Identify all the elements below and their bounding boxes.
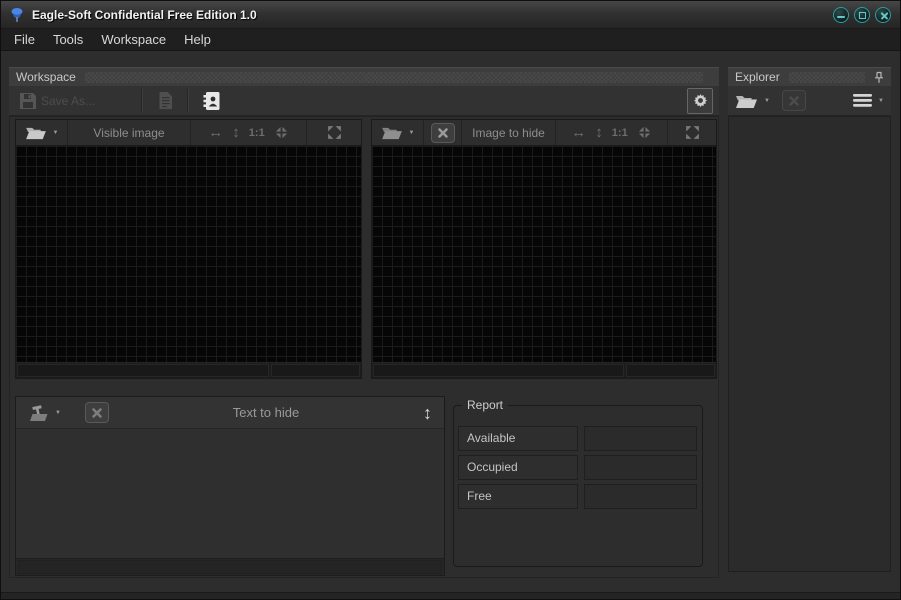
report-value-occupied (584, 455, 697, 480)
toolbar-spacer (233, 86, 687, 115)
status-cell (17, 364, 269, 377)
fit-width-icon[interactable]: ↔ (208, 125, 223, 140)
text-scrollbar-track (16, 558, 444, 575)
text-to-hide-title: Text to hide (109, 405, 423, 420)
status-cell (373, 364, 624, 377)
close-x-icon (91, 407, 103, 419)
menu-tools[interactable]: Tools (44, 30, 92, 49)
image-to-hide-statusbar (372, 362, 716, 378)
visible-image-statusbar (16, 362, 361, 378)
chevron-down-icon: ▼ (55, 410, 61, 416)
window-bottom-edge (1, 592, 900, 599)
fit-height-icon[interactable]: ↕ (595, 125, 603, 140)
open-folder-icon (735, 93, 758, 109)
text-to-hide-area[interactable] (16, 429, 444, 558)
chevron-down-icon: ▼ (878, 98, 884, 104)
import-text-button[interactable]: ▼ (28, 397, 61, 428)
fit-window-icon[interactable] (637, 125, 652, 140)
hatch-pattern (85, 72, 703, 83)
menu-workspace[interactable]: Workspace (92, 30, 175, 49)
explorer-tree[interactable] (728, 116, 891, 572)
open-hide-image-button[interactable]: ▼ (381, 120, 415, 145)
open-folder-icon (25, 125, 47, 140)
report-label-occupied: Occupied (458, 455, 578, 480)
report-title: Report (462, 398, 508, 412)
workspace-toolbar: Save As... (9, 86, 719, 116)
image-to-hide-header: ▼ Image to hide ↔ ↕ 1:1 (372, 120, 716, 146)
image-to-hide-title: Image to hide (472, 126, 545, 140)
workspace-panel-title: Workspace (16, 70, 76, 84)
visible-image-header: ▼ Visible image ↔ ↕ 1:1 (16, 120, 361, 146)
save-as-button[interactable]: Save As... (9, 86, 141, 115)
report-value-free (584, 484, 697, 509)
visible-image-title: Visible image (93, 126, 164, 140)
remove-hide-image-button[interactable] (431, 123, 455, 143)
pin-icon[interactable] (874, 71, 884, 84)
fit-window-icon[interactable] (274, 125, 289, 140)
image-to-hide-panel: ▼ Image to hide ↔ ↕ 1:1 (371, 119, 717, 379)
fullscreen-icon[interactable] (326, 124, 343, 141)
app-logo-icon (9, 7, 25, 23)
status-cell (626, 364, 715, 377)
report-label-available: Available (458, 426, 578, 451)
chevron-down-icon: ▼ (409, 130, 415, 136)
chevron-down-icon: ▼ (764, 98, 770, 104)
report-row: Free (458, 484, 697, 509)
fit-width-icon[interactable]: ↔ (571, 125, 586, 140)
window-controls (833, 7, 891, 23)
report-row: Occupied (458, 455, 697, 480)
report-label-free: Free (458, 484, 578, 509)
report-document-button[interactable] (143, 86, 187, 115)
close-x-icon (788, 95, 800, 107)
toolbar-spacer (806, 86, 853, 115)
clear-text-button[interactable] (85, 402, 109, 423)
maximize-button[interactable] (854, 7, 870, 23)
workspace-panel-header: Workspace (9, 67, 719, 86)
visible-image-panel: ▼ Visible image ↔ ↕ 1:1 (15, 119, 362, 379)
gear-icon (693, 93, 708, 108)
vertical-resize-icon[interactable]: ↕ (423, 404, 432, 422)
document-icon (158, 91, 173, 110)
close-item-button[interactable] (782, 90, 806, 111)
menu-file[interactable]: File (5, 30, 44, 49)
open-visible-image-button[interactable]: ▼ (25, 120, 59, 145)
scrollbar-groove (18, 560, 442, 574)
fullscreen-icon[interactable] (684, 124, 701, 141)
text-to-hide-panel: ▼ Text to hide ↕ (15, 396, 445, 576)
settings-button[interactable] (687, 88, 713, 114)
import-text-icon (28, 404, 49, 422)
open-folder-icon (381, 125, 403, 140)
report-row: Available (458, 426, 697, 451)
floppy-disk-icon (19, 92, 37, 110)
chevron-down-icon: ▼ (53, 130, 59, 136)
title-bar[interactable]: Eagle-Soft Confidential Free Edition 1.0 (1, 1, 900, 29)
status-cell (271, 364, 360, 377)
close-x-icon (437, 127, 449, 139)
view-menu-button[interactable]: ▼ (853, 86, 884, 115)
address-book-icon (202, 91, 221, 111)
close-button[interactable] (875, 7, 891, 23)
explorer-panel-header: Explorer (728, 67, 891, 86)
hatch-pattern (789, 72, 865, 83)
minimize-button[interactable] (833, 7, 849, 23)
visible-image-canvas[interactable] (16, 146, 361, 362)
app-window: Eagle-Soft Confidential Free Edition 1.0… (0, 0, 901, 600)
fit-height-icon[interactable]: ↕ (232, 125, 240, 140)
text-to-hide-header: ▼ Text to hide ↕ (16, 397, 444, 429)
address-book-button[interactable] (189, 86, 233, 115)
report-value-available (584, 426, 697, 451)
report-groupbox: Report Available Occupied Free (453, 405, 703, 567)
actual-size-button[interactable]: 1:1 (612, 127, 628, 139)
explorer-panel-title: Explorer (735, 70, 780, 84)
open-folder-button[interactable]: ▼ (735, 86, 770, 115)
actual-size-button[interactable]: 1:1 (249, 127, 265, 139)
hamburger-menu-icon (853, 94, 872, 107)
window-title: Eagle-Soft Confidential Free Edition 1.0 (32, 8, 257, 22)
save-as-label: Save As... (41, 94, 95, 108)
menu-bar: File Tools Workspace Help (1, 29, 900, 51)
menu-help[interactable]: Help (175, 30, 220, 49)
image-to-hide-canvas[interactable] (372, 146, 716, 362)
explorer-toolbar: ▼ ▼ (728, 86, 891, 116)
